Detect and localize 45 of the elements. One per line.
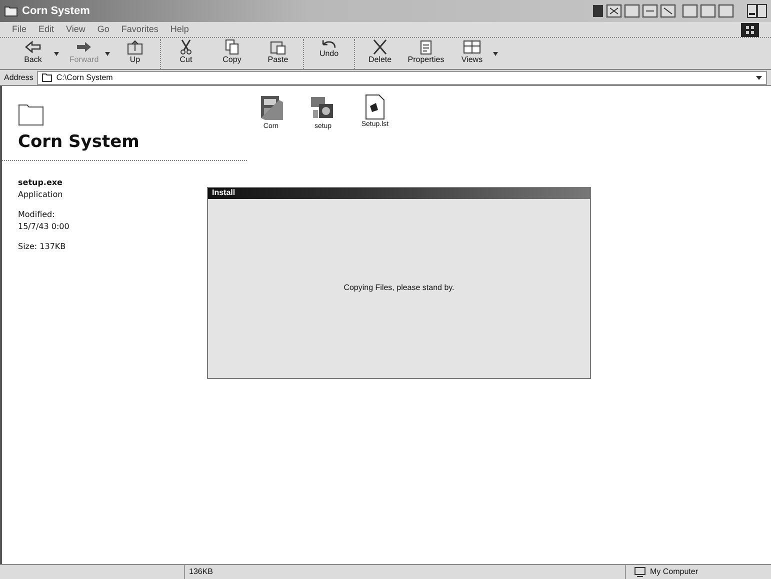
- maximize-button[interactable]: [757, 4, 767, 18]
- toolbar-button[interactable]: Undo: [308, 39, 350, 69]
- undo-icon: [322, 39, 336, 49]
- folder-icon: [4, 5, 18, 17]
- window-title: Corn System: [22, 4, 90, 19]
- dropdown-caret-icon[interactable]: [493, 52, 498, 56]
- menu-item[interactable]: File: [12, 22, 27, 36]
- file-type: Application: [18, 188, 63, 200]
- toolbar-button[interactable]: Properties: [405, 39, 447, 69]
- menu-item[interactable]: Edit: [38, 22, 54, 36]
- address-label: Address: [4, 72, 34, 84]
- dialog-title: Install: [212, 187, 236, 199]
- folder-title: Corn System: [18, 131, 140, 154]
- folder-up-icon: [125, 39, 145, 55]
- toolbar-button[interactable]: Views: [451, 39, 493, 69]
- status-size: 136KB: [188, 566, 214, 578]
- toolbar-button[interactable]: Copy: [211, 39, 253, 69]
- toolbar-button[interactable]: Paste: [257, 39, 299, 69]
- views-grid-icon: [462, 39, 482, 55]
- dropdown-caret-icon[interactable]: [756, 76, 762, 80]
- menu-item[interactable]: View: [66, 22, 86, 36]
- toolbar-button[interactable]: Up: [114, 39, 156, 69]
- menu-item[interactable]: Favorites: [121, 22, 158, 36]
- menu-item[interactable]: Go: [97, 22, 110, 36]
- dialog-message: Copying Files, please stand by.: [344, 282, 454, 294]
- toolbar-button[interactable]: Delete: [359, 39, 401, 69]
- back-arrow-icon: [23, 39, 43, 55]
- menu-item[interactable]: Help: [170, 22, 189, 36]
- toolbar-button[interactable]: Cut: [165, 39, 207, 69]
- document-icon: [364, 94, 386, 120]
- folder-icon: [42, 73, 52, 82]
- windows-logo-icon: [741, 22, 759, 36]
- application-icon: [258, 94, 284, 122]
- dropdown-caret-icon[interactable]: [105, 52, 110, 56]
- paste-icon: [268, 39, 288, 55]
- modified-date: 15/7/43 0:00: [18, 220, 70, 232]
- dropdown-caret-icon[interactable]: [54, 52, 59, 56]
- folder-icon: [18, 102, 44, 126]
- address-field[interactable]: C:\Corn System: [37, 70, 767, 84]
- status-zone: My Computer: [650, 566, 698, 578]
- file-name: setup.exe: [18, 176, 62, 188]
- minimize-button[interactable]: [747, 4, 757, 18]
- toolbar-button[interactable]: Back: [12, 39, 54, 69]
- file-size: Size: 137KB: [18, 240, 66, 252]
- modified-label: Modified:: [18, 208, 55, 220]
